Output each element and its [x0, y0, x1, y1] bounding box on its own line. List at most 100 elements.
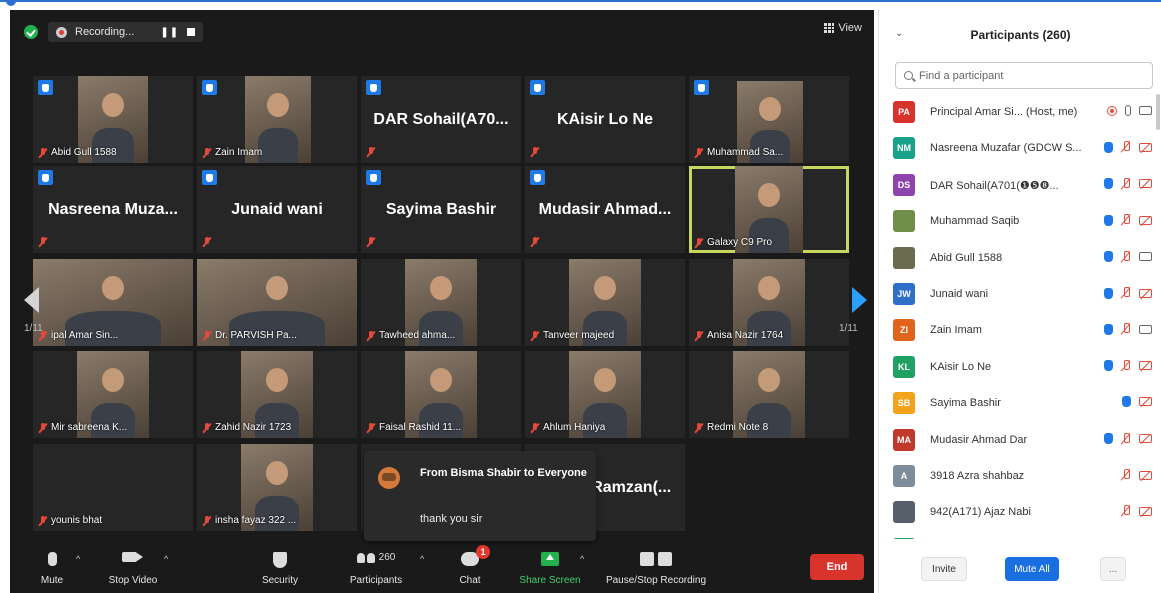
video-tile[interactable]: Redmi Note 8 — [689, 351, 849, 438]
view-button[interactable]: View — [824, 22, 862, 34]
camera-off-icon[interactable] — [1139, 470, 1152, 480]
share-screen-button[interactable]: Share Screen — [515, 545, 585, 593]
participant-row[interactable]: SB Sayima Bashir — [879, 385, 1161, 421]
participant-list-scrollbar[interactable] — [1156, 94, 1160, 130]
video-tile[interactable]: Sayima Bashir — [361, 166, 521, 253]
hand-icon[interactable] — [1104, 214, 1113, 226]
hand-icon[interactable] — [1104, 433, 1113, 445]
stop-icon — [658, 552, 672, 566]
camera-off-icon[interactable] — [1139, 506, 1152, 516]
end-meeting-button[interactable]: End — [810, 554, 864, 580]
mic-off-icon[interactable] — [1121, 505, 1131, 517]
rec-icon[interactable] — [1107, 105, 1117, 116]
video-tile[interactable]: Zahid Nazir 1723 — [197, 351, 357, 438]
participants-label: Participants — [349, 575, 403, 586]
video-tile[interactable]: Galaxy C9 Pro — [689, 166, 849, 253]
mic-off-icon[interactable] — [1121, 323, 1131, 335]
previous-page-arrow-icon[interactable] — [24, 287, 39, 313]
hand-icon[interactable] — [1104, 251, 1113, 263]
video-options-chevron-icon[interactable]: ^ — [164, 554, 168, 564]
pause-stop-recording-button[interactable]: Pause/Stop Recording — [598, 545, 714, 593]
participant-name-label: Anisa Nazir 1764 — [695, 330, 783, 341]
video-tile[interactable]: Ahlum Haniya — [525, 351, 685, 438]
camera-off-icon[interactable] — [1139, 179, 1152, 189]
hand-icon[interactable] — [1104, 360, 1113, 372]
video-tile[interactable]: insha fayaz 322 ... — [197, 444, 357, 531]
mute-all-button[interactable]: Mute All — [1005, 557, 1059, 581]
participant-row[interactable]: 942(A171) Ajaz Nabi — [879, 494, 1161, 530]
participant-row[interactable]: PA Principal Amar Si... (Host, me) — [879, 94, 1161, 130]
participant-name-label: Muhammad Sa... — [695, 147, 783, 158]
mic-off-icon[interactable] — [1121, 141, 1131, 153]
video-tile[interactable]: Dr. PARVISH Pa... — [197, 259, 357, 346]
video-tile[interactable]: ipal Amar Sin... — [33, 259, 193, 346]
video-tile[interactable]: Faisal Rashid 11... — [361, 351, 521, 438]
participant-row[interactable]: KL KAisir Lo Ne — [879, 349, 1161, 385]
participant-status-icons — [1104, 432, 1152, 445]
participant-row[interactable]: Muhammad Saqib — [879, 203, 1161, 239]
participant-row[interactable]: MA Mudasir Ahmad Dar — [879, 422, 1161, 458]
participants-button[interactable]: 260 Participants — [343, 545, 409, 593]
participant-row[interactable]: JW Junaid wani — [879, 276, 1161, 312]
hand-icon[interactable] — [1122, 396, 1131, 408]
share-options-chevron-icon[interactable]: ^ — [580, 554, 584, 564]
invite-button[interactable]: Invite — [921, 557, 967, 581]
participant-row[interactable]: A 3918 Azra shahbaz — [879, 458, 1161, 494]
camera-on-icon[interactable] — [1139, 324, 1152, 334]
camera-off-icon[interactable] — [1139, 288, 1152, 298]
participant-row[interactable]: ZI Zain Imam — [879, 312, 1161, 348]
video-tile[interactable]: Tawheed ahma... — [361, 259, 521, 346]
audio-options-chevron-icon[interactable]: ^ — [76, 554, 80, 564]
participants-options-chevron-icon[interactable]: ^ — [420, 554, 424, 564]
mic-off-icon[interactable] — [1121, 250, 1131, 263]
camera-off-icon[interactable] — [1139, 361, 1152, 371]
video-tile[interactable]: Junaid wani — [197, 166, 357, 253]
video-tile[interactable]: Anisa Nazir 1764 — [689, 259, 849, 346]
camera-on-icon[interactable] — [1139, 252, 1152, 262]
video-tile[interactable]: Zain Imam — [197, 76, 357, 163]
video-tile[interactable]: Muhammad Sa... — [689, 76, 849, 163]
search-placeholder: Find a participant — [919, 69, 1004, 82]
chat-notification[interactable]: From Bisma Shabir to Everyone thank you … — [364, 451, 596, 541]
pause-recording-icon[interactable]: ❚❚ — [160, 27, 179, 38]
participant-row[interactable]: ABAshid Bah — [879, 531, 1161, 539]
participant-name: Anisa Nazir 1764 — [707, 330, 784, 341]
video-tile[interactable]: Nasreena Muza... — [33, 166, 193, 253]
mic-off-icon[interactable] — [1121, 469, 1131, 481]
camera-off-icon[interactable] — [1139, 397, 1152, 407]
participant-row[interactable]: NM Nasreena Muzafar (GDCW S... — [879, 130, 1161, 166]
hand-icon[interactable] — [1104, 323, 1113, 335]
mic-off-icon[interactable] — [1121, 432, 1131, 445]
video-tile[interactable]: DAR Sohail(A70... — [361, 76, 521, 163]
hand-icon[interactable] — [1104, 141, 1113, 153]
participant-row[interactable]: DS DAR Sohail(A701(❶❺❽... — [879, 167, 1161, 203]
video-tile[interactable]: Abid Gull 1588 — [33, 76, 193, 163]
mute-button[interactable]: Mute — [34, 545, 70, 593]
camera-off-icon[interactable] — [1139, 142, 1152, 152]
camera-off-icon[interactable] — [1139, 215, 1152, 225]
video-tile[interactable]: Mudasir Ahmad... — [525, 166, 685, 253]
camera-off-icon[interactable] — [1139, 434, 1152, 444]
more-options-button[interactable]: ... — [1100, 557, 1126, 581]
security-button[interactable]: Security — [256, 545, 304, 593]
encryption-shield-icon[interactable] — [24, 25, 38, 39]
participant-row[interactable]: Abid Gull 1588 — [879, 240, 1161, 276]
next-page-arrow-icon[interactable] — [852, 287, 867, 313]
mic-off-icon[interactable] — [1121, 177, 1131, 190]
video-tile[interactable]: KAisir Lo Ne — [525, 76, 685, 163]
video-tile[interactable]: younis bhat — [33, 444, 193, 531]
mic-on-icon[interactable] — [1125, 105, 1131, 116]
stop-video-button[interactable]: Stop Video — [100, 545, 166, 593]
stop-recording-icon[interactable] — [187, 28, 196, 36]
mic-off-icon[interactable] — [1121, 287, 1131, 299]
mic-muted-icon — [39, 147, 47, 158]
participant-status-icons — [1104, 323, 1152, 335]
hand-icon[interactable] — [1104, 287, 1113, 299]
video-tile[interactable]: Mir sabreena K... — [33, 351, 193, 438]
hand-icon[interactable] — [1104, 178, 1113, 190]
mic-off-icon[interactable] — [1121, 359, 1131, 372]
participant-search-input[interactable]: Find a participant — [895, 62, 1153, 89]
camera-on-icon[interactable] — [1139, 106, 1152, 115]
video-tile[interactable]: Tanveer majeed — [525, 259, 685, 346]
mic-off-icon[interactable] — [1121, 214, 1131, 226]
